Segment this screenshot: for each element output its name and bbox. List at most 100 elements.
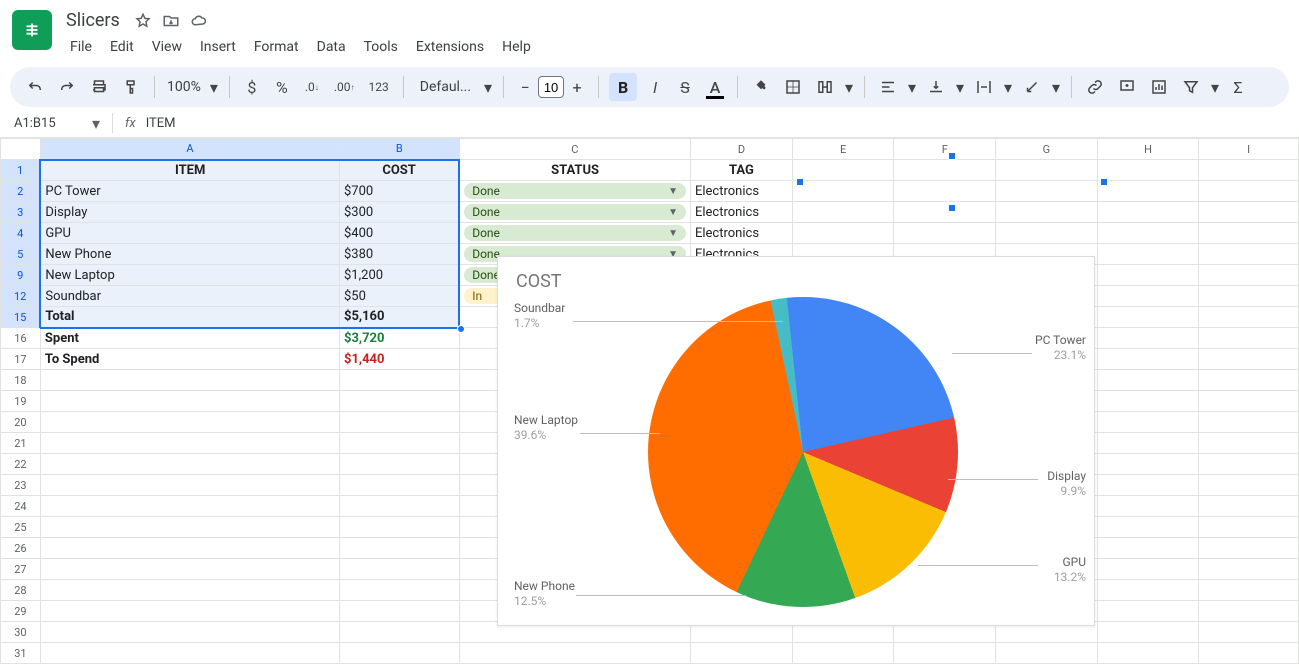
font-select[interactable]: Defaul... [414, 73, 477, 101]
cell[interactable] [1199, 496, 1299, 517]
cell[interactable] [40, 475, 339, 496]
row-header[interactable]: 12 [1, 286, 41, 307]
row-header[interactable]: 25 [1, 517, 41, 538]
row-header[interactable]: 22 [1, 454, 41, 475]
cell[interactable] [40, 496, 339, 517]
menu-help[interactable]: Help [494, 35, 539, 59]
doc-title[interactable]: Slicers [62, 8, 124, 33]
cell[interactable]: $380 [339, 244, 459, 265]
decrease-font-button[interactable]: − [514, 76, 536, 98]
cell[interactable] [339, 559, 459, 580]
increase-font-button[interactable]: + [566, 76, 588, 98]
row-header[interactable]: 28 [1, 580, 41, 601]
chevron-down-icon[interactable]: ▾ [92, 114, 100, 133]
currency-button[interactable]: $ [240, 73, 264, 101]
zoom-select[interactable]: 100% [165, 73, 203, 101]
row-header[interactable]: 21 [1, 433, 41, 454]
row-header[interactable]: 19 [1, 391, 41, 412]
cell[interactable] [40, 643, 339, 664]
cell[interactable] [1097, 328, 1199, 349]
cell[interactable] [339, 496, 459, 517]
chevron-down-icon[interactable]: ▾ [907, 78, 917, 97]
cell[interactable]: $700 [339, 181, 459, 202]
row-header[interactable]: 24 [1, 496, 41, 517]
row-header[interactable]: 29 [1, 601, 41, 622]
chevron-down-icon[interactable]: ▾ [1003, 78, 1013, 97]
cell[interactable] [1199, 328, 1299, 349]
menu-insert[interactable]: Insert [192, 35, 244, 59]
borders-button[interactable] [780, 73, 806, 101]
comment-button[interactable] [1114, 73, 1140, 101]
cell[interactable] [1199, 538, 1299, 559]
cell[interactable]: $300 [339, 202, 459, 223]
resize-handle[interactable] [796, 178, 804, 186]
col-header-h[interactable]: H [1097, 139, 1199, 160]
fill-color-button[interactable] [748, 73, 774, 101]
cell[interactable] [1199, 391, 1299, 412]
cell[interactable] [1097, 412, 1199, 433]
cell[interactable] [40, 412, 339, 433]
cell[interactable] [40, 433, 339, 454]
cell[interactable] [1097, 475, 1199, 496]
font-size-input[interactable] [538, 76, 564, 98]
row-header[interactable]: 5 [1, 244, 41, 265]
cell[interactable]: $50 [339, 286, 459, 307]
row-header[interactable]: 15 [1, 307, 41, 328]
cell[interactable] [339, 517, 459, 538]
cell[interactable]: $1,440 [339, 349, 459, 370]
cell[interactable]: Display [40, 202, 339, 223]
cell[interactable] [40, 454, 339, 475]
decrease-decimal-button[interactable]: .0↓ [300, 73, 324, 101]
cell[interactable] [1199, 454, 1299, 475]
cell[interactable]: $3,720 [339, 328, 459, 349]
cell[interactable] [339, 475, 459, 496]
cell[interactable]: GPU [40, 223, 339, 244]
chart[interactable]: COST PC Tower23.1% Display9.9% GPU13.2% … [497, 256, 1095, 626]
cell[interactable] [1097, 286, 1199, 307]
row-header[interactable]: 20 [1, 412, 41, 433]
cell[interactable] [339, 580, 459, 601]
cell[interactable] [1199, 580, 1299, 601]
cell[interactable] [40, 559, 339, 580]
chevron-down-icon[interactable]: ▾ [955, 78, 965, 97]
cell[interactable] [1097, 307, 1199, 328]
halign-button[interactable] [875, 73, 901, 101]
col-header-b[interactable]: B [339, 139, 459, 160]
filter-button[interactable] [1178, 73, 1204, 101]
row-header[interactable]: 9 [1, 265, 41, 286]
link-button[interactable] [1082, 73, 1108, 101]
cell[interactable] [1199, 160, 1299, 181]
chevron-down-icon[interactable]: ▾ [1051, 78, 1061, 97]
cell[interactable] [339, 433, 459, 454]
move-icon[interactable] [162, 12, 180, 30]
chevron-down-icon[interactable]: ▾ [209, 78, 219, 97]
text-color-button[interactable]: A [703, 73, 727, 101]
cell[interactable] [894, 643, 996, 664]
cell[interactable] [339, 538, 459, 559]
cell[interactable] [1199, 475, 1299, 496]
cell[interactable] [1097, 433, 1199, 454]
col-header-c[interactable]: C [459, 139, 690, 160]
cell[interactable]: Spent [40, 328, 339, 349]
cell[interactable]: $5,160 [339, 307, 459, 328]
cell[interactable] [40, 622, 339, 643]
rotate-button[interactable] [1019, 73, 1045, 101]
cell[interactable] [40, 391, 339, 412]
row-header[interactable]: 4 [1, 223, 41, 244]
row-header[interactable]: 26 [1, 538, 41, 559]
cell[interactable] [1199, 433, 1299, 454]
strike-button[interactable]: S [673, 73, 697, 101]
menu-format[interactable]: Format [246, 35, 307, 59]
cell[interactable]: Total [40, 307, 339, 328]
cell[interactable] [1199, 643, 1299, 664]
cell[interactable] [1199, 307, 1299, 328]
cell[interactable] [1199, 181, 1299, 202]
cell[interactable]: Electronics [690, 202, 792, 223]
cell[interactable]: Soundbar [40, 286, 339, 307]
selection-handle[interactable] [457, 325, 465, 333]
cell[interactable] [40, 370, 339, 391]
row-header[interactable]: 16 [1, 328, 41, 349]
row-header[interactable]: 1 [1, 160, 41, 181]
wrap-button[interactable] [971, 73, 997, 101]
menu-data[interactable]: Data [309, 35, 354, 59]
